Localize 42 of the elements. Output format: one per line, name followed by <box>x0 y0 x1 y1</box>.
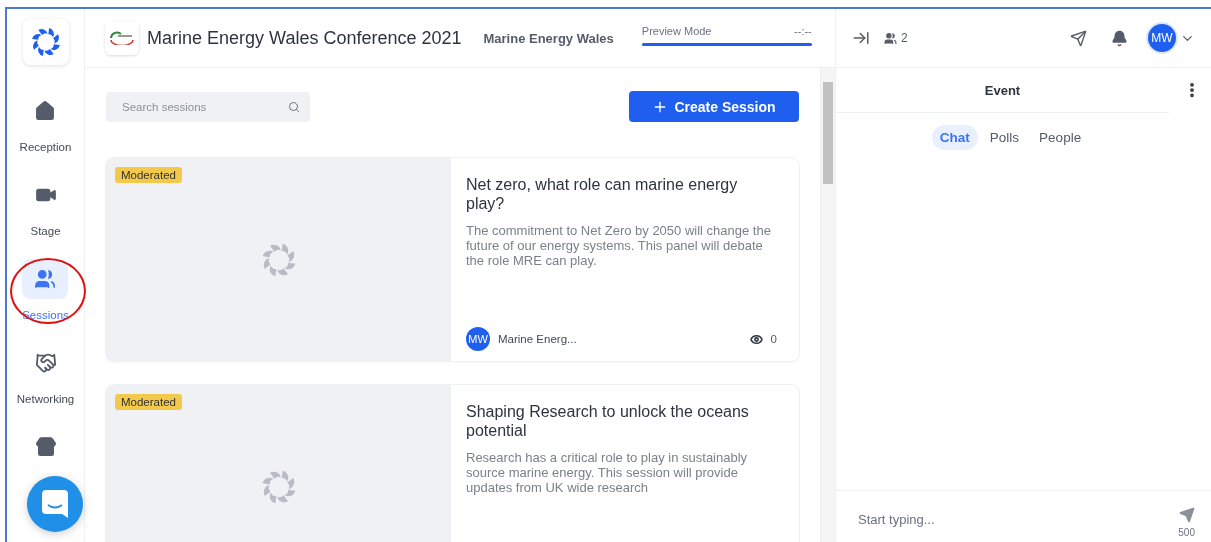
character-limit: 500 <box>1178 527 1195 538</box>
user-avatar[interactable]: MW <box>1148 24 1176 52</box>
session-title: Shaping Research to unlock the oceans potential <box>466 402 750 440</box>
nav-icon <box>34 268 57 290</box>
chat-launcher[interactable] <box>27 476 83 532</box>
collapse-icon[interactable] <box>852 29 870 47</box>
view-count: 0 <box>770 333 777 345</box>
host-avatar: MW <box>466 327 490 351</box>
session-title: Net zero, what role can marine energy play? <box>466 175 739 213</box>
nav-item[interactable]: Networking <box>16 339 75 423</box>
people-icon <box>884 31 897 45</box>
session-description: The commitment to Net Zero by 2050 will change the future of our energy systems. This panel will debate the role MRE can play. <box>466 223 772 268</box>
timer: --:-- <box>794 24 812 37</box>
nav-icon <box>34 352 57 374</box>
event-title: Marine Energy Wales Conference 2021 <box>147 27 462 49</box>
panel-title: Event <box>984 82 1021 98</box>
search-icon <box>288 100 300 113</box>
session-card[interactable]: Moderated Shaping Research to unlock the oceans potential Research has a critical role to play in sustainably source marine energy. This session will provide updates from UK wide research <box>106 385 799 542</box>
host-name: Marine Energ... <box>498 333 578 345</box>
moderated-badge: Moderated <box>115 167 182 183</box>
nav-icon <box>34 100 57 122</box>
organizer-name: Marine Energy Wales <box>483 30 614 46</box>
attendee-count: 2 <box>901 31 908 45</box>
session-card[interactable] <box>106 158 799 361</box>
views-icon <box>749 332 763 346</box>
create-session-button[interactable]: Create Session <box>629 91 799 122</box>
send-message-icon[interactable] <box>1178 507 1195 523</box>
message-input[interactable]: Start typing... <box>856 511 1179 528</box>
moderated-badge: Moderated <box>115 394 182 410</box>
chat-tab[interactable]: Chat <box>931 125 978 150</box>
session-description: Research has a critical role to play in sustainably source marine energy. This session will provide updates from UK wide research <box>466 450 749 495</box>
scrollbar[interactable] <box>820 68 835 542</box>
chat-tab[interactable]: People <box>1031 125 1090 150</box>
chat-tab[interactable]: Polls <box>981 125 1028 150</box>
notification-icon[interactable] <box>1111 29 1128 47</box>
nav-item[interactable]: Stage <box>22 171 69 255</box>
send-icon[interactable] <box>1070 29 1087 47</box>
nav-icon <box>34 436 57 458</box>
nav-item[interactable]: Reception <box>19 87 72 171</box>
preview-mode-label: Preview Mode <box>641 24 712 37</box>
chat-icon <box>42 490 68 518</box>
nav-item[interactable]: Sessions <box>22 255 69 339</box>
